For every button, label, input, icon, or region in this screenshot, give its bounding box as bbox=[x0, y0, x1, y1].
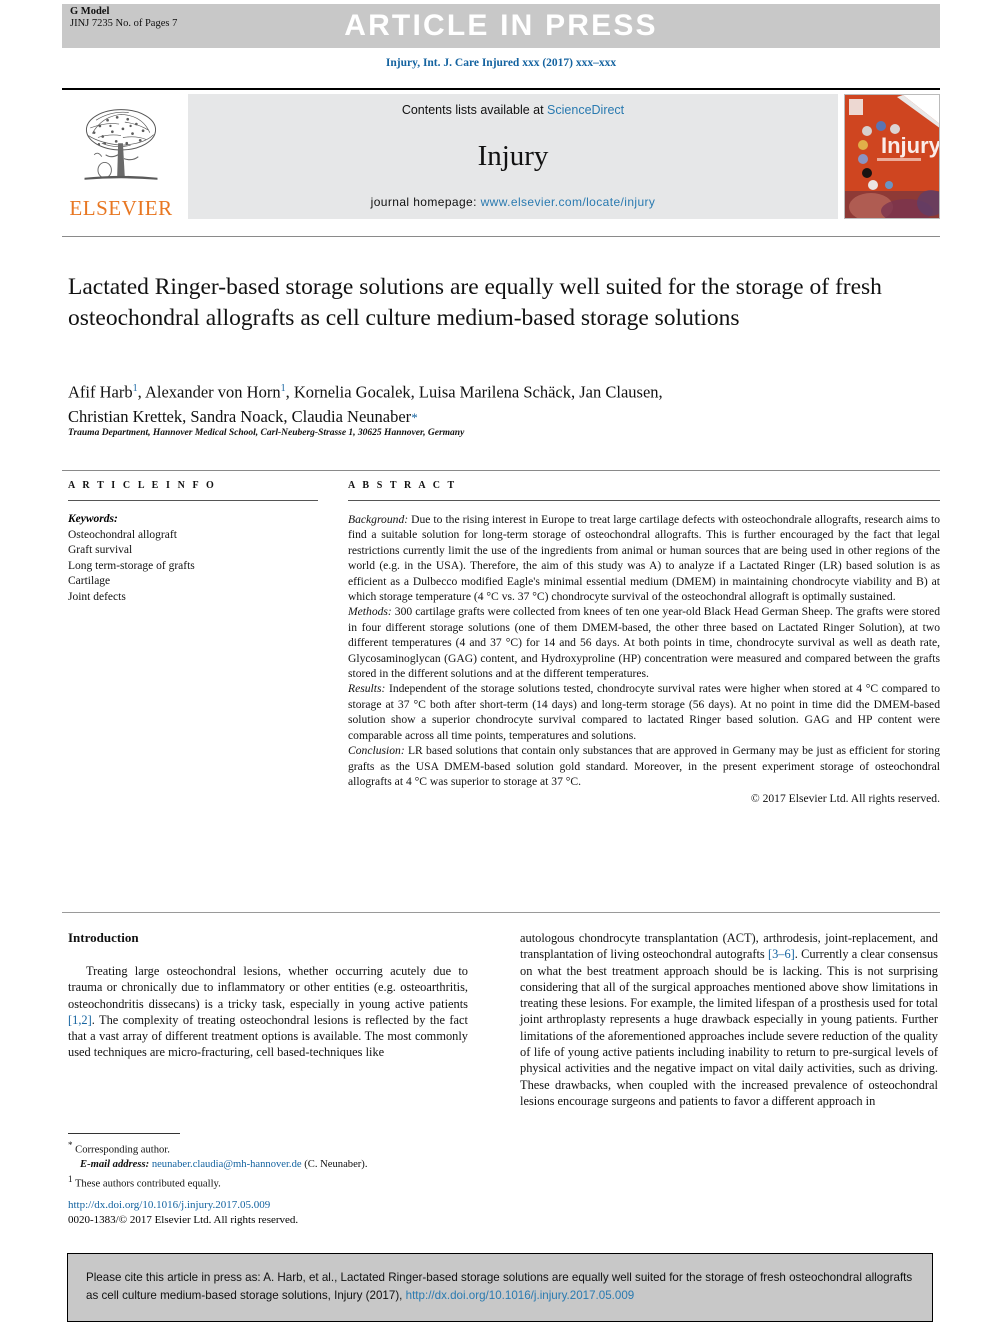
journal-title: Injury bbox=[477, 140, 549, 172]
footnote-equal-text: These authors contributed equally. bbox=[72, 1178, 221, 1190]
abstract-methods: Methods: 300 cartilage grafts were colle… bbox=[348, 604, 940, 681]
email-address-link[interactable]: neunaber.claudia@mh-hannover.de bbox=[152, 1159, 302, 1170]
keyword-item: Cartilage bbox=[68, 575, 111, 587]
article-page: ARTICLE IN PRESS G Model JINJ 7235 No. o… bbox=[0, 0, 992, 1323]
introduction-paragraph-right: autologous chondrocyte transplantation (… bbox=[520, 930, 938, 1109]
journal-homepage-line: journal homepage: www.elsevier.com/locat… bbox=[371, 195, 656, 209]
contents-prefix: Contents lists available at bbox=[401, 103, 548, 117]
elsevier-tree-icon bbox=[84, 109, 158, 180]
page-title: Lactated Ringer-based storage solutions … bbox=[68, 274, 882, 331]
abstract-results-label: Results: bbox=[348, 682, 386, 696]
abstract-background-text: Due to the rising interest in Europe to … bbox=[348, 513, 940, 604]
cite-this-article-box: Please cite this article in press as: A.… bbox=[67, 1253, 933, 1322]
masthead-center: Contents lists available at ScienceDirec… bbox=[188, 94, 838, 219]
issn-copyright: 0020-1383/© 2017 Elsevier Ltd. All right… bbox=[68, 1213, 299, 1226]
abstract-methods-text: 300 cartilage grafts were collected from… bbox=[348, 605, 940, 681]
introduction-heading: Introduction bbox=[68, 930, 139, 945]
masthead-divider bbox=[62, 236, 940, 237]
abstract-column: A B S T R A C T Background: Due to the r… bbox=[348, 480, 940, 807]
homepage-label: journal homepage: bbox=[370, 195, 481, 209]
doi-link[interactable]: http://dx.doi.org/10.1016/j.injury.2017.… bbox=[68, 1198, 498, 1213]
article-in-press-label: ARTICLE IN PRESS bbox=[344, 9, 658, 42]
sciencedirect-link[interactable]: ScienceDirect bbox=[547, 103, 624, 117]
footnote-equal-contribution: 1 These authors contributed equally. bbox=[68, 1172, 468, 1192]
author-separator: , Alexander von Horn bbox=[137, 382, 281, 402]
article-info-rule bbox=[68, 500, 318, 501]
intro-text-a: Treating large osteochondral lesions, wh… bbox=[68, 964, 468, 1011]
author-name: Afif Harb bbox=[68, 382, 133, 402]
elsevier-logo: ELSEVIER bbox=[62, 94, 180, 219]
svg-text:Injury: Injury bbox=[881, 133, 940, 158]
journal-homepage-link[interactable]: www.elsevier.com/locate/injury bbox=[481, 195, 656, 209]
keyword-item: Osteochondral allograft bbox=[68, 528, 177, 541]
author-names-line2: Christian Krettek, Sandra Noack, Claudia… bbox=[68, 406, 412, 426]
footnote-email: E-mail address: neunaber.claudia@mh-hann… bbox=[68, 1158, 468, 1172]
journal-reference: Injury, Int. J. Care Injured xxx (2017) … bbox=[385, 57, 617, 69]
article-info-heading: A R T I C L E I N F O bbox=[68, 480, 217, 491]
journal-masthead: ELSEVIER Contents lists available at Sci… bbox=[62, 88, 940, 221]
intro-right-text-b: . Currently a clear consensus on what th… bbox=[520, 947, 938, 1108]
journal-cover-thumbnail: Injury bbox=[844, 94, 940, 219]
citation-ref-3-6[interactable]: [3–6] bbox=[768, 947, 795, 961]
abstract-background-label: Background: bbox=[348, 513, 409, 526]
g-model-block: G Model JINJ 7235 No. of Pages 7 bbox=[70, 6, 177, 30]
keyword-item: Joint defects bbox=[68, 590, 126, 603]
g-model-pages: JINJ 7235 No. of Pages 7 bbox=[70, 18, 178, 29]
introduction-paragraph-left: Treating large osteochondral lesions, wh… bbox=[68, 963, 468, 1061]
body-column-left: Introduction Treating large osteochondra… bbox=[68, 930, 468, 1061]
footnote-divider bbox=[68, 1133, 180, 1134]
footnote-corresponding-text: Corresponding author. bbox=[72, 1144, 170, 1156]
abstract-results-text: Independent of the storage solutions tes… bbox=[348, 682, 940, 742]
abstract-copyright: © 2017 Elsevier Ltd. All rights reserved… bbox=[750, 792, 940, 806]
body-top-divider bbox=[62, 912, 940, 913]
body-column-right: autologous chondrocyte transplantation (… bbox=[520, 930, 938, 1109]
abstract-results: Results: Independent of the storage solu… bbox=[348, 681, 940, 743]
corresponding-author-mark[interactable]: * bbox=[411, 410, 418, 425]
abstract-conclusion-label: Conclusion: bbox=[348, 744, 405, 758]
footnote-corresponding: * Corresponding author. bbox=[68, 1138, 468, 1158]
keywords-label: Keywords: bbox=[68, 513, 118, 525]
author-list: Afif Harb1, Alexander von Horn1, Korneli… bbox=[68, 377, 898, 430]
abstract-rule bbox=[348, 500, 940, 501]
abstract-conclusion: Conclusion: LR based solutions that cont… bbox=[348, 743, 940, 789]
abstract-body: Background: Due to the rising interest i… bbox=[348, 512, 940, 807]
citation-ref-1-2[interactable]: [1,2] bbox=[68, 1013, 92, 1027]
doi-block: http://dx.doi.org/10.1016/j.injury.2017.… bbox=[68, 1198, 498, 1227]
abstract-heading: A B S T R A C T bbox=[348, 480, 457, 491]
elsevier-wordmark: ELSEVIER bbox=[69, 196, 173, 220]
keyword-item: Long term-storage of grafts bbox=[68, 559, 195, 572]
footnotes-block: * Corresponding author. E-mail address: … bbox=[68, 1138, 468, 1191]
g-model-label: G Model bbox=[70, 6, 110, 17]
journal-cover-art: Injury bbox=[845, 95, 940, 218]
abstract-conclusion-text: LR based solutions that contain only sub… bbox=[348, 744, 940, 788]
abstract-top-divider bbox=[62, 470, 940, 471]
abstract-methods-label: Methods: bbox=[348, 605, 392, 619]
email-address-label: E-mail address: bbox=[80, 1158, 150, 1170]
affiliation: Trauma Department, Hannover Medical Scho… bbox=[68, 428, 465, 438]
article-info-column: A R T I C L E I N F O Keywords: Osteocho… bbox=[68, 480, 318, 605]
author-names-rest: , Kornelia Gocalek, Luisa Marilena Schäc… bbox=[285, 382, 663, 402]
email-address-suffix: (C. Neunaber). bbox=[301, 1158, 368, 1170]
abstract-background: Background: Due to the rising interest i… bbox=[348, 512, 940, 604]
contents-list-line: Contents lists available at ScienceDirec… bbox=[402, 103, 624, 117]
intro-text-b: . The complexity of treating osteochondr… bbox=[68, 1012, 468, 1060]
cite-doi-link[interactable]: http://dx.doi.org/10.1016/j.injury.2017.… bbox=[406, 1289, 635, 1302]
keyword-item: Graft survival bbox=[68, 544, 133, 556]
